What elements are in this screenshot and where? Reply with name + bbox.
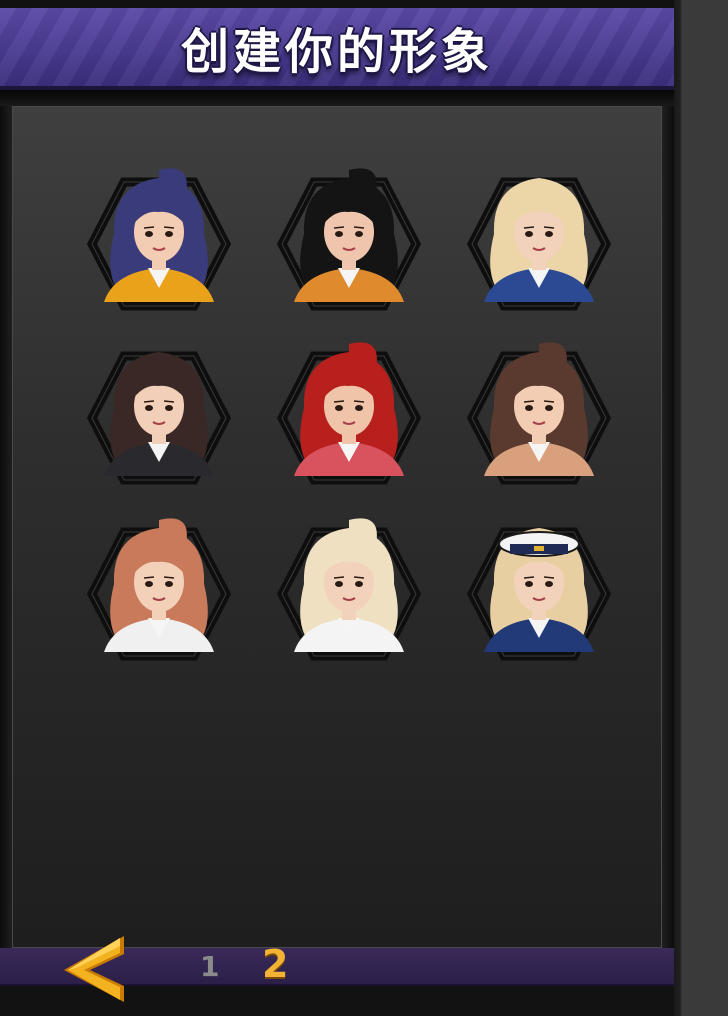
avatar-1[interactable] <box>74 164 244 314</box>
avatar-portrait <box>466 342 612 485</box>
title-bar: 创建你的形象 <box>0 8 674 90</box>
page-title: 创建你的形象 <box>180 24 493 80</box>
avatar-portrait <box>466 177 612 311</box>
avatar-portrait <box>86 518 232 661</box>
avatar-portrait <box>86 351 232 485</box>
avatar-2[interactable] <box>264 164 434 314</box>
avatar-9[interactable] <box>454 514 624 664</box>
avatar-portrait <box>466 527 612 661</box>
avatar-8[interactable] <box>264 514 434 664</box>
avatar-portrait <box>86 168 232 311</box>
avatar-4[interactable] <box>74 338 244 488</box>
avatar-3[interactable] <box>454 164 624 314</box>
chevron-left-icon <box>64 936 124 1002</box>
right-edge-strip <box>674 0 728 1016</box>
title-shadow <box>0 90 674 106</box>
panel-side-left <box>0 106 12 948</box>
avatar-portrait <box>276 168 422 311</box>
avatar-6[interactable] <box>454 338 624 488</box>
avatar-7[interactable] <box>74 514 244 664</box>
avatar-portrait <box>276 518 422 661</box>
avatar-grid <box>12 106 662 948</box>
bottom-bar: 1 2 <box>0 936 674 1016</box>
page-2-button[interactable]: 2 <box>262 942 288 986</box>
avatar-portrait <box>276 342 422 485</box>
page-1-button[interactable]: 1 <box>200 950 219 983</box>
panel-side-right <box>662 106 674 948</box>
avatar-5[interactable] <box>264 338 434 488</box>
back-button[interactable] <box>62 934 128 1004</box>
